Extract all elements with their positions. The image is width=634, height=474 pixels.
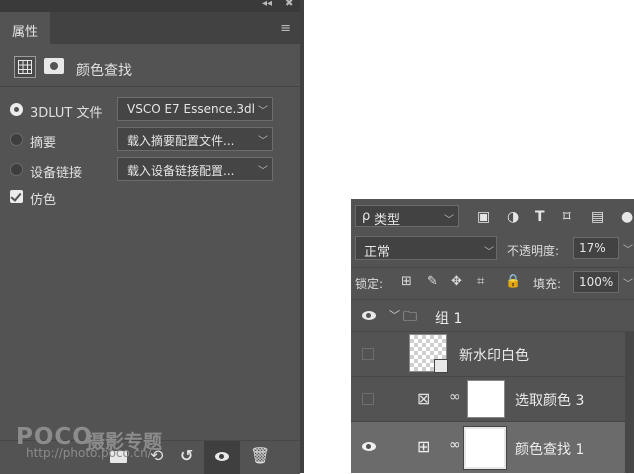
layer-row-smart-object[interactable]: 新水印白色 [351, 331, 634, 376]
chevron-down-icon[interactable]: ﹀ [389, 307, 400, 323]
panel-menu-icon[interactable]: ≡ [280, 21, 291, 36]
layers-panel: ρ 类型 ﹀ ▣ ◑ T ⌑ ▤ ● 正常 ﹀ 不透明度: 17% ﹀ 锁定: … [351, 199, 634, 473]
radio-device-link[interactable] [10, 163, 23, 176]
divider [351, 267, 634, 268]
option-dither: 仿色 [0, 184, 300, 210]
option-3dlut: 3DLUT 文件 VSCO E7 Essence.3dl ﹀ [0, 97, 300, 123]
visibility-toggle[interactable] [351, 300, 385, 331]
divider [0, 86, 300, 87]
link-icon[interactable]: ∞ [449, 437, 461, 453]
watermark-url: http://photo.poco.cn/ [26, 446, 152, 460]
layer-row-selective-color[interactable]: ⊠ ∞ 选取颜色 3 [351, 376, 634, 421]
fill-value: 100% [579, 275, 614, 289]
option-device-link: 设备链接 载入设备链接配置... ﹀ [0, 157, 300, 183]
collapse-icon[interactable]: ◂◂ [262, 0, 272, 9]
filter-adjustment-icon[interactable]: ◑ [507, 209, 519, 225]
filter-type-label: 类型 [374, 213, 401, 228]
smart-object-badge-icon [434, 359, 448, 373]
tab-row: 属性 ≡ [0, 12, 300, 44]
lock-position-icon[interactable]: ✥ [451, 274, 462, 289]
dither-checkbox[interactable] [10, 190, 23, 203]
panel-divider [300, 0, 304, 473]
visibility-toggle[interactable] [351, 377, 385, 421]
eye-icon[interactable] [362, 311, 376, 320]
fill-input[interactable]: 100% [573, 271, 619, 293]
toggle-visibility-icon[interactable] [204, 441, 240, 474]
tab-properties[interactable]: 属性 [0, 12, 50, 44]
folder-icon: 🗀 [403, 309, 417, 325]
abstract-profile-value: 载入摘要配置文件... [127, 134, 235, 148]
layers-scrollbar[interactable] [625, 331, 634, 473]
dither-label: 仿色 [30, 193, 57, 208]
layer-name: 颜色查找 1 [515, 442, 585, 458]
chevron-down-icon[interactable]: ﹀ [623, 275, 633, 290]
link-icon[interactable]: ∞ [449, 389, 461, 405]
lock-label: 锁定: [355, 277, 384, 291]
mask-thumbnail[interactable] [463, 426, 507, 470]
abstract-profile-select[interactable]: 载入摘要配置文件... ﹀ [117, 127, 273, 151]
chevron-down-icon: ﹀ [484, 247, 494, 258]
properties-panel: ◂◂ ✖ 属性 ≡ 颜色查找 3DLUT 文件 VSCO E7 Essence.… [0, 0, 300, 474]
blend-mode-value: 正常 [364, 245, 391, 260]
radio-3dlut[interactable] [10, 103, 23, 116]
trash-icon[interactable]: 🗑 [250, 448, 270, 464]
filter-pixel-icon[interactable]: ▣ [477, 209, 490, 225]
grid-icon: ⊞ [417, 437, 431, 456]
chevron-down-icon: ﹀ [258, 136, 268, 147]
blend-mode-select[interactable]: 正常 ﹀ [355, 236, 497, 260]
layer-name: 组 1 [435, 311, 463, 327]
lock-image-icon[interactable]: ✎ [427, 274, 438, 289]
device-link-select[interactable]: 载入设备链接配置... ﹀ [117, 157, 273, 181]
chevron-down-icon: ﹀ [444, 215, 454, 226]
layer-filter-select[interactable]: ρ 类型 ﹀ [355, 205, 459, 228]
lock-all-icon[interactable]: 🔒 [505, 274, 521, 289]
lut-file-select[interactable]: VSCO E7 Essence.3dl ﹀ [117, 97, 273, 121]
fill-label: 填充: [533, 277, 562, 291]
option-3dlut-label: 3DLUT 文件 [30, 106, 103, 121]
layer-row-group[interactable]: ﹀ 🗀 组 1 [351, 299, 634, 331]
visibility-box[interactable] [362, 348, 374, 360]
opacity-input[interactable]: 17% [573, 237, 619, 259]
radio-abstract[interactable] [10, 133, 23, 146]
layer-name: 新水印白色 [459, 348, 529, 364]
lock-artboard-icon[interactable]: ⌗ [477, 274, 484, 289]
filter-type-icon[interactable]: T [535, 209, 545, 225]
eye-icon[interactable] [362, 442, 376, 451]
lut-file-value: VSCO E7 Essence.3dl [127, 102, 255, 116]
lock-transparent-icon[interactable]: ⊞ [401, 274, 412, 289]
filter-smart-object-icon[interactable]: ▤ [591, 209, 604, 225]
option-device-link-label: 设备链接 [30, 166, 83, 181]
mask-thumbnail[interactable] [467, 380, 505, 418]
selective-color-icon: ⊠ [417, 389, 431, 408]
device-link-value: 载入设备链接配置... [127, 164, 235, 178]
panel-top-bar: ◂◂ ✖ [0, 0, 300, 12]
close-icon[interactable]: ✖ [285, 0, 293, 9]
option-abstract: 摘要 载入摘要配置文件... ﹀ [0, 127, 300, 153]
visibility-toggle[interactable] [351, 332, 385, 376]
layer-row-color-lookup[interactable]: ⊞ ∞ 颜色查找 1 [351, 421, 634, 473]
mask-icon[interactable] [44, 58, 64, 74]
reset-icon[interactable]: ↺ [180, 448, 193, 464]
chevron-down-icon: ﹀ [258, 166, 268, 177]
search-icon: ρ [362, 209, 371, 224]
filter-shape-icon[interactable]: ⌑ [563, 209, 571, 225]
option-abstract-label: 摘要 [30, 136, 57, 151]
layer-name: 选取颜色 3 [515, 393, 585, 409]
adjustment-grid-icon[interactable] [14, 56, 36, 78]
tab-properties-label: 属性 [12, 25, 39, 40]
filter-toggle-icon[interactable]: ● [621, 209, 633, 225]
visibility-box[interactable] [362, 393, 374, 405]
chevron-down-icon: ﹀ [258, 106, 268, 117]
chevron-down-icon[interactable]: ﹀ [623, 241, 633, 256]
opacity-value: 17% [579, 241, 606, 255]
adjustment-title: 颜色查找 [76, 63, 132, 79]
visibility-toggle[interactable] [351, 422, 385, 473]
opacity-label: 不透明度: [507, 244, 560, 258]
